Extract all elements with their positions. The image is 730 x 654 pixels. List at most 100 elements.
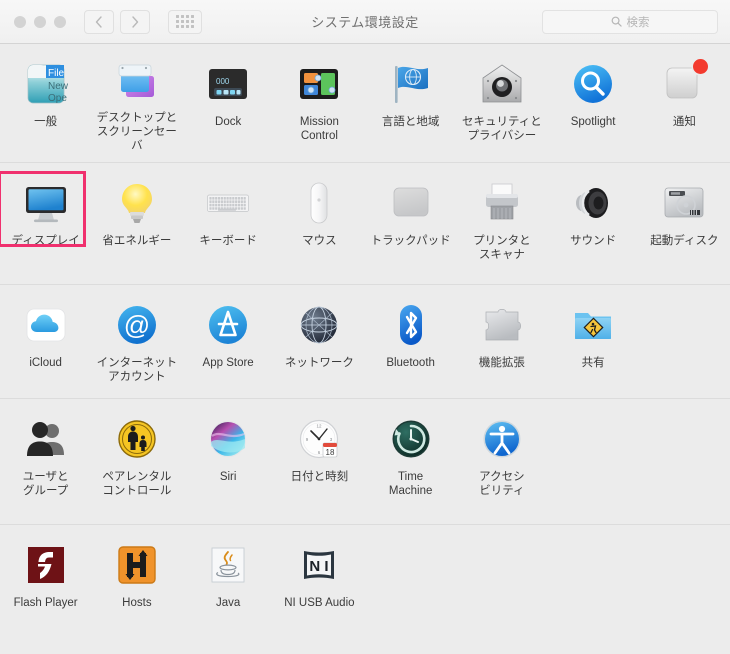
siri-icon[interactable] xyxy=(202,413,254,465)
pref-pane-startup-disk[interactable]: 起動ディスク xyxy=(639,175,730,274)
pref-pane-sharing[interactable]: 共有 xyxy=(548,297,639,388)
date-time-icon[interactable]: 12 3 6 9 18 xyxy=(293,413,345,465)
bluetooth-icon[interactable] xyxy=(385,299,437,351)
pref-pane-flash-player[interactable]: Flash Player xyxy=(0,537,91,634)
pref-pane-label: Time Machine xyxy=(388,471,433,497)
dock-icon[interactable]: 000 xyxy=(202,58,254,110)
pref-pane-label: インターネット アカウント xyxy=(96,357,178,383)
startup-disk-icon[interactable] xyxy=(658,177,710,229)
desktop-screensaver-icon[interactable] xyxy=(111,58,163,106)
internet-accounts-icon[interactable]: @ xyxy=(111,299,163,351)
pref-pane-time-machine[interactable]: Time Machine xyxy=(365,411,456,514)
zoom-button[interactable] xyxy=(54,15,66,28)
pref-pane-keyboard[interactable]: キーボード xyxy=(183,175,274,274)
accessibility-icon[interactable] xyxy=(476,413,528,465)
sharing-icon[interactable] xyxy=(567,299,619,351)
pref-pane-java[interactable]: Java xyxy=(183,537,274,634)
spotlight-icon[interactable] xyxy=(567,58,619,110)
users-groups-icon[interactable] xyxy=(20,413,72,465)
pref-pane-label: プリンタと スキャナ xyxy=(473,235,531,261)
pref-pane-label: アクセシ ビリティ xyxy=(479,471,525,497)
pref-pane-spotlight[interactable]: Spotlight xyxy=(548,56,639,152)
flash-player-icon[interactable] xyxy=(20,539,72,591)
minimize-button[interactable] xyxy=(34,15,46,28)
notifications-icon[interactable] xyxy=(658,58,710,110)
time-machine-icon[interactable] xyxy=(385,413,437,465)
pref-pane-siri[interactable]: Siri xyxy=(183,411,274,514)
pref-pane-label: App Store xyxy=(202,357,254,369)
pref-pane-general[interactable]: File New Ope 一般 xyxy=(0,56,91,152)
pref-pane-notifications[interactable]: 通知 xyxy=(639,56,730,152)
icloud-icon[interactable] xyxy=(20,299,72,351)
show-all-button[interactable] xyxy=(168,9,202,34)
pref-pane-date-time[interactable]: 12 3 6 9 18 日付と時刻 xyxy=(274,411,365,514)
java-icon[interactable] xyxy=(202,539,254,591)
svg-text:@: @ xyxy=(124,310,150,340)
pref-pane-mission-control[interactable]: Mission Control xyxy=(274,56,365,152)
row-personal: File New Ope 一般 デスクトップと スクリーンセーバ 000 Dock … xyxy=(0,44,730,163)
pref-pane-label: NI USB Audio xyxy=(284,597,355,609)
row-hardware: ディスプレイ 省エネルギー キーボード マウス トラックパッド プリンタと スキャ… xyxy=(0,163,730,285)
pref-pane-label: セキュリティと プライバシー xyxy=(461,116,542,142)
language-region-icon[interactable] xyxy=(385,58,437,110)
mission-control-icon[interactable] xyxy=(293,58,345,110)
pref-pane-label: Java xyxy=(215,597,241,609)
pref-pane-printers-scanners[interactable]: プリンタと スキャナ xyxy=(456,175,547,274)
pref-pane-users-groups[interactable]: ユーザと グループ xyxy=(0,411,91,514)
network-icon[interactable] xyxy=(293,299,345,351)
security-privacy-icon[interactable] xyxy=(476,58,528,110)
energy-saver-icon[interactable] xyxy=(111,177,163,229)
traffic-lights xyxy=(14,15,66,28)
extensions-icon[interactable] xyxy=(476,299,528,351)
pref-pane-parental-controls[interactable]: ペアレンタル コントロール xyxy=(91,411,182,514)
pref-pane-sound[interactable]: サウンド xyxy=(548,175,639,274)
pref-pane-label: iCloud xyxy=(29,357,62,369)
pref-pane-icloud[interactable]: iCloud xyxy=(0,297,91,388)
pref-pane-label: 一般 xyxy=(34,116,58,128)
pref-pane-label: デスクトップと スクリーンセーバ xyxy=(96,112,178,152)
ni-usb-audio-icon[interactable]: N I xyxy=(293,539,345,591)
svg-text:12: 12 xyxy=(317,424,323,429)
mouse-icon[interactable] xyxy=(293,177,345,229)
pref-pane-desktop-screensaver[interactable]: デスクトップと スクリーンセーバ xyxy=(91,56,182,152)
pref-pane-internet-accounts[interactable]: @ インターネット アカウント xyxy=(91,297,182,388)
chevron-left-icon xyxy=(95,15,102,28)
pref-pane-bluetooth[interactable]: Bluetooth xyxy=(365,297,456,388)
close-button[interactable] xyxy=(14,15,26,28)
svg-text:New: New xyxy=(48,81,69,92)
pref-pane-label: Hosts xyxy=(122,597,152,609)
displays-icon[interactable] xyxy=(20,177,72,229)
keyboard-icon[interactable] xyxy=(202,177,254,229)
search-icon xyxy=(611,16,622,27)
printers-scanners-icon[interactable] xyxy=(476,177,528,229)
pref-pane-displays[interactable]: ディスプレイ xyxy=(0,171,91,274)
pref-pane-accessibility[interactable]: アクセシ ビリティ xyxy=(456,411,547,514)
sound-icon[interactable] xyxy=(567,177,619,229)
pref-pane-security-privacy[interactable]: セキュリティと プライバシー xyxy=(456,56,547,152)
hosts-icon[interactable] xyxy=(111,539,163,591)
window-toolbar: システム環境設定 検索 xyxy=(0,0,730,44)
trackpad-icon[interactable] xyxy=(385,177,437,229)
pref-pane-label: Flash Player xyxy=(13,597,78,609)
pref-pane-energy-saver[interactable]: 省エネルギー xyxy=(91,175,182,274)
pref-pane-label: Siri xyxy=(219,471,237,483)
pref-pane-label: キーボード xyxy=(199,235,257,247)
pref-pane-hosts[interactable]: Hosts xyxy=(91,537,182,634)
pref-pane-label: Spotlight xyxy=(570,116,616,128)
pref-pane-trackpad[interactable]: トラックパッド xyxy=(365,175,456,274)
pref-pane-app-store[interactable]: App Store xyxy=(183,297,274,388)
search-field[interactable]: 検索 xyxy=(542,9,718,34)
app-store-icon[interactable] xyxy=(202,299,254,351)
pref-pane-label: 機能拡張 xyxy=(478,357,525,369)
navigation-buttons xyxy=(84,9,202,34)
pref-pane-dock[interactable]: 000 Dock xyxy=(183,56,274,152)
back-button[interactable] xyxy=(84,9,114,34)
pref-pane-mouse[interactable]: マウス xyxy=(274,175,365,274)
forward-button[interactable] xyxy=(120,9,150,34)
pref-pane-network[interactable]: ネットワーク xyxy=(274,297,365,388)
pref-pane-extensions[interactable]: 機能拡張 xyxy=(456,297,547,388)
general-icon[interactable]: File New Ope xyxy=(20,58,72,110)
pref-pane-language-region[interactable]: 言語と地域 xyxy=(365,56,456,152)
parental-controls-icon[interactable] xyxy=(111,413,163,465)
pref-pane-ni-usb-audio[interactable]: N I NI USB Audio xyxy=(274,537,365,634)
